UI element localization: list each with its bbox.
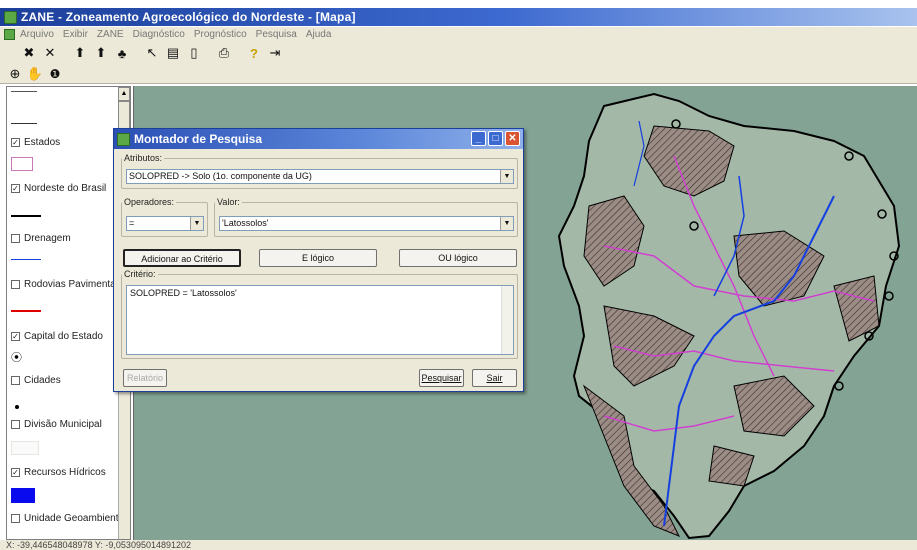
layer-checkbox[interactable]: ✓ xyxy=(11,468,20,477)
pointer-icon[interactable]: ↖ xyxy=(143,44,161,62)
layer-checkbox[interactable]: ✓ xyxy=(11,138,20,147)
capital-marker xyxy=(884,291,894,301)
menu-app-icon[interactable] xyxy=(4,29,15,40)
menu-zane[interactable]: ZANE xyxy=(97,29,124,40)
menubar: Arquivo Exibir ZANE Diagnóstico Prognóst… xyxy=(0,27,917,42)
dialog-titlebar[interactable]: Montador de Pesquisa _ □ ✕ xyxy=(114,129,523,149)
legend-item-drenagem[interactable]: Drenagem xyxy=(11,233,71,244)
ou-logico-button[interactable]: OU lógico xyxy=(399,249,517,267)
zoom-full-icon[interactable]: ✕ xyxy=(41,44,59,62)
atributos-label: Atributos: xyxy=(124,153,163,163)
valor-select[interactable]: 'Latossolos' ▼ xyxy=(219,216,514,231)
close-icon[interactable]: ✕ xyxy=(505,131,520,146)
legend-line-symbol xyxy=(11,123,37,124)
layer-checkbox[interactable]: ✓ xyxy=(11,332,20,341)
operadores-label: Operadores: xyxy=(124,197,175,207)
app-titlebar: ZANE - Zoneamento Agroecológico do Norde… xyxy=(0,8,917,26)
layer-checkbox[interactable] xyxy=(11,514,20,523)
criterio-label: Critério: xyxy=(124,269,156,279)
info-icon[interactable]: ❶ xyxy=(46,65,64,83)
help-icon[interactable]: ? xyxy=(245,44,263,62)
adicionar-criterio-button[interactable]: Adicionar ao Critério xyxy=(123,249,241,267)
layer-checkbox[interactable]: ✓ xyxy=(11,184,20,193)
legend-item-cidades[interactable]: Cidades xyxy=(11,375,61,386)
layer-properties-icon[interactable]: ♣ xyxy=(113,44,131,62)
scroll-thumb[interactable] xyxy=(118,101,130,131)
menu-diagnostico[interactable]: Diagnóstico xyxy=(133,29,185,40)
layer-checkbox[interactable] xyxy=(11,280,20,289)
criterio-textarea[interactable]: SOLOPRED = 'Latossolos' xyxy=(126,285,514,355)
legend-line-symbol xyxy=(11,91,37,92)
legend-item-estados[interactable]: ✓ Estados xyxy=(11,137,60,148)
relatorio-button[interactable]: Relatório xyxy=(123,369,167,387)
menu-ajuda[interactable]: Ajuda xyxy=(306,29,332,40)
legend-item-nordeste[interactable]: ✓ Nordeste do Brasil xyxy=(11,183,106,194)
add-layer-icon[interactable]: ⬆ xyxy=(71,44,89,62)
tools-toolbar: ⊕ ✋ ❶ xyxy=(0,64,917,84)
legend-item-recursos[interactable]: ✓ Recursos Hídricos xyxy=(11,467,106,478)
layout-icon[interactable]: ▯ xyxy=(185,44,203,62)
layer-checkbox[interactable] xyxy=(11,420,20,429)
e-logico-button[interactable]: E lógico xyxy=(259,249,377,267)
maximize-icon[interactable]: □ xyxy=(488,131,503,146)
legend-item-unidade[interactable]: Unidade Geoambient xyxy=(11,513,119,524)
layer-checkbox[interactable] xyxy=(11,376,20,385)
print-icon[interactable]: ⎙ xyxy=(215,44,233,62)
legend-item-rodovias[interactable]: Rodovias Pavimentad xyxy=(11,279,121,290)
dialog-app-icon xyxy=(117,132,130,146)
pesquisar-button[interactable]: Pesquisar xyxy=(419,369,464,387)
menu-exibir[interactable]: Exibir xyxy=(63,29,88,40)
estados-symbol xyxy=(11,157,33,171)
menu-arquivo[interactable]: Arquivo xyxy=(20,29,54,40)
app-icon xyxy=(4,10,17,24)
menu-pesquisa[interactable]: Pesquisa xyxy=(256,29,297,40)
layer-checkbox[interactable] xyxy=(11,234,20,243)
valor-label: Valor: xyxy=(217,197,240,207)
legend-item-capital[interactable]: ✓ Capital do Estado xyxy=(11,331,103,342)
query-builder-dialog[interactable]: Montador de Pesquisa _ □ ✕ Atributos: SO… xyxy=(113,128,524,392)
zoom-extent-icon[interactable]: ✖ xyxy=(20,44,38,62)
pan-hand-icon[interactable]: ✋ xyxy=(26,65,44,83)
minimize-icon[interactable]: _ xyxy=(471,131,486,146)
capital-marker xyxy=(834,381,844,391)
status-bar: X: -39,446548048978 Y: -9,05309501489120… xyxy=(0,540,917,550)
window-title: ZANE - Zoneamento Agroecológico do Norde… xyxy=(21,10,356,24)
dialog-title: Montador de Pesquisa xyxy=(134,132,263,146)
drenagem-symbol xyxy=(11,259,41,260)
zoom-in-icon[interactable]: ⊕ xyxy=(6,65,24,83)
remove-layer-icon[interactable]: ⬆ xyxy=(92,44,110,62)
textarea-scrollbar[interactable] xyxy=(501,286,513,354)
nordeste-symbol xyxy=(11,215,41,217)
divisao-symbol xyxy=(11,441,39,455)
chevron-down-icon[interactable]: ▼ xyxy=(500,170,513,183)
table-icon[interactable]: ▤ xyxy=(164,44,182,62)
coordinate-readout: X: -39,446548048978 Y: -9,05309501489120… xyxy=(6,540,192,550)
menu-prognostico[interactable]: Prognóstico xyxy=(194,29,247,40)
exit-icon[interactable]: ⇥ xyxy=(266,44,284,62)
sair-button[interactable]: Sair xyxy=(472,369,517,387)
recursos-symbol xyxy=(11,488,35,503)
capital-symbol: ⦿ xyxy=(11,352,22,364)
atributos-select[interactable]: SOLOPRED -> Solo (1o. componente da UG) … xyxy=(126,169,514,184)
legend-item-divisao[interactable]: Divisão Municipal xyxy=(11,419,102,430)
chevron-down-icon[interactable]: ▼ xyxy=(500,217,513,230)
operadores-select[interactable]: = ▼ xyxy=(126,216,204,231)
main-toolbar: ✖ ✕ ⬆ ⬆ ♣ ↖ ▤ ▯ ⎙ ? ⇥ xyxy=(0,42,917,64)
cidades-symbol xyxy=(15,405,19,409)
scroll-up-icon[interactable]: ▲ xyxy=(118,87,130,101)
rodovias-symbol xyxy=(11,310,41,312)
chevron-down-icon[interactable]: ▼ xyxy=(190,217,203,230)
